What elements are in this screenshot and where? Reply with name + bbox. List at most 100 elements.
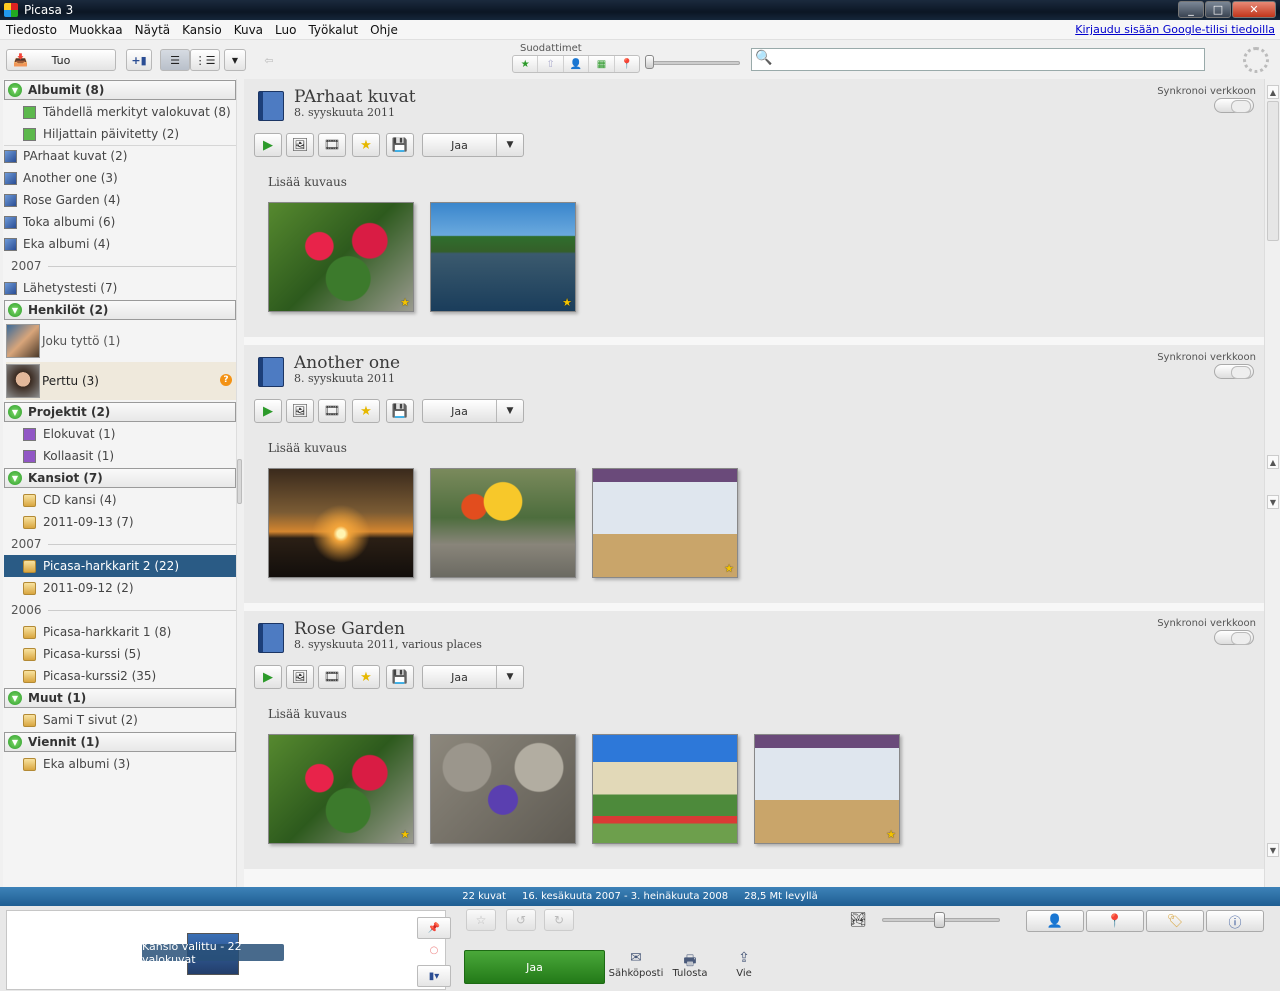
movie-button[interactable]: 🎞 — [318, 665, 346, 689]
photo-thumbnail[interactable] — [592, 734, 738, 844]
photo-thumbnail[interactable] — [430, 468, 576, 578]
sidebar-item-rose-garden[interactable]: Rose Garden (4) — [4, 189, 236, 211]
email-button[interactable]: ✉ Sähköposti — [608, 950, 664, 986]
sidebar-item-folder[interactable]: Picasa-harkkarit 1 (8) — [4, 621, 236, 643]
collage-button[interactable]: 🖼 — [286, 399, 314, 423]
scroll-page-up-icon[interactable]: ▲ — [1267, 455, 1279, 469]
menu-folder[interactable]: Kansio — [176, 23, 228, 37]
sync-toggle[interactable] — [1214, 98, 1254, 113]
add-description-link[interactable]: Lisää kuvaus — [268, 175, 347, 189]
star-button[interactable]: ★ — [352, 399, 380, 423]
sidebar-item-recent[interactable]: Hiljattain päivitetty (2) — [4, 123, 236, 145]
people-filter-icon[interactable]: 👤 — [564, 56, 590, 72]
chevron-down-icon[interactable]: ▼ — [497, 400, 523, 422]
menu-edit[interactable]: Muokkaa — [63, 23, 129, 37]
rotate-left-button[interactable]: ↺ — [506, 909, 536, 931]
slideshow-button[interactable]: ▶ — [254, 399, 282, 423]
thumbnail-size-knob[interactable] — [934, 912, 945, 928]
star-photo-button[interactable]: ☆ — [466, 909, 496, 931]
sidebar-item-collages[interactable]: Kollaasit (1) — [4, 445, 236, 467]
date-filter-slider[interactable] — [646, 61, 740, 65]
people-panel-button[interactable]: 👤 — [1026, 910, 1084, 932]
starred-filter-icon[interactable]: ★ — [513, 56, 539, 72]
sidebar-item-starred[interactable]: Tähdellä merkityt valokuvat (8) — [4, 101, 236, 123]
panel-splitter[interactable] — [237, 459, 242, 504]
sidebar-item-folder[interactable]: 2011-09-13 (7) — [4, 511, 236, 533]
save-to-disk-button[interactable]: 💾 — [386, 399, 414, 423]
photo-thumbnail[interactable]: ★ — [268, 202, 414, 312]
menu-file[interactable]: Tiedosto — [0, 23, 63, 37]
photo-thumbnail[interactable]: ★ — [430, 202, 576, 312]
sidebar-item-person[interactable]: Joku tyttö (1) — [6, 322, 236, 360]
search-input[interactable]: 🔍 — [751, 48, 1205, 71]
people-header[interactable]: ▼ Henkilöt (2) — [4, 300, 236, 320]
album-share-button[interactable]: Jaa ▼ — [422, 133, 524, 157]
albums-header[interactable]: ▼ Albumit (8) — [4, 80, 236, 100]
menu-create[interactable]: Luo — [269, 23, 302, 37]
menu-picture[interactable]: Kuva — [228, 23, 269, 37]
sidebar-item-toka-albumi[interactable]: Toka albumi (6) — [4, 211, 236, 233]
hold-button[interactable]: 📌 — [417, 917, 451, 939]
sidebar-item-folder[interactable]: Picasa-kurssi (5) — [4, 643, 236, 665]
scroll-thumb[interactable] — [1267, 101, 1279, 241]
close-button[interactable]: ✕ — [1232, 1, 1276, 18]
slideshow-button[interactable]: ▶ — [254, 665, 282, 689]
menu-view[interactable]: Näytä — [129, 23, 177, 37]
back-button[interactable]: ⇦ — [254, 49, 284, 71]
rotate-right-button[interactable]: ↻ — [544, 909, 574, 931]
star-button[interactable]: ★ — [352, 665, 380, 689]
print-button[interactable]: 🖶 Tulosta — [662, 950, 718, 986]
sync-toggle[interactable] — [1214, 630, 1254, 645]
save-to-disk-button[interactable]: 💾 — [386, 665, 414, 689]
scroll-down-icon[interactable]: ▼ — [1267, 843, 1279, 857]
sidebar-item-folder[interactable]: CD kansi (4) — [4, 489, 236, 511]
collage-button[interactable]: 🖼 — [286, 665, 314, 689]
star-button[interactable]: ★ — [352, 133, 380, 157]
movie-button[interactable]: 🎞 — [318, 399, 346, 423]
movie-button[interactable]: 🎞 — [318, 133, 346, 157]
sidebar-item-parhaat[interactable]: PArhaat kuvat (2) — [4, 145, 236, 167]
new-album-button[interactable]: +▮ — [126, 49, 152, 71]
add-description-link[interactable]: Lisää kuvaus — [268, 441, 347, 455]
uploaded-filter-icon[interactable]: ⇧ — [538, 56, 564, 72]
flat-view-button[interactable]: ☰ — [160, 49, 190, 71]
sidebar-item-folder[interactable]: 2011-09-12 (2) — [4, 577, 236, 599]
view-options-dropdown[interactable]: ▼ — [224, 49, 246, 71]
sidebar-item-folder[interactable]: Sami T sivut (2) — [4, 709, 236, 731]
folders-header[interactable]: ▼ Kansiot (7) — [4, 468, 236, 488]
tree-view-button[interactable]: ⋮☰ — [190, 49, 220, 71]
share-button[interactable]: Jaa — [464, 950, 605, 984]
unconfirmed-badge-icon[interactable]: ? — [220, 374, 232, 386]
projects-header[interactable]: ▼ Projektit (2) — [4, 402, 236, 422]
slideshow-button[interactable]: ▶ — [254, 133, 282, 157]
clear-button[interactable]: ○ — [417, 939, 451, 961]
video-filter-icon[interactable]: ▦ — [589, 56, 615, 72]
photo-thumbnail[interactable]: ★ — [754, 734, 900, 844]
chevron-down-icon[interactable]: ▼ — [497, 666, 523, 688]
minimize-button[interactable]: _ — [1178, 1, 1204, 18]
exports-header[interactable]: ▼ Viennit (1) — [4, 732, 236, 752]
sidebar-item-folder-selected[interactable]: Picasa-harkkarit 2 (22) — [4, 555, 236, 577]
photo-thumbnail[interactable] — [430, 734, 576, 844]
import-button[interactable]: 📥 Tuo — [6, 49, 116, 71]
collage-button[interactable]: 🖼 — [286, 133, 314, 157]
properties-panel-button[interactable]: ⓘ — [1206, 910, 1264, 932]
add-description-link[interactable]: Lisää kuvaus — [268, 707, 347, 721]
album-title[interactable]: PArhaat kuvat — [294, 87, 416, 107]
library-scrollbar[interactable]: ▲ ▲ ▼ ▼ — [1264, 79, 1280, 887]
sidebar-item-eka-albumi[interactable]: Eka albumi (4) — [4, 233, 236, 255]
sync-toggle[interactable] — [1214, 364, 1254, 379]
menu-tools[interactable]: Työkalut — [302, 23, 364, 37]
album-share-button[interactable]: Jaa ▼ — [422, 399, 524, 423]
photo-thumbnail[interactable]: ★ — [268, 734, 414, 844]
album-title[interactable]: Rose Garden — [294, 619, 405, 639]
scroll-up-icon[interactable]: ▲ — [1267, 85, 1279, 99]
tags-panel-button[interactable]: 🏷 — [1146, 910, 1204, 932]
album-title[interactable]: Another one — [294, 353, 400, 373]
google-signin-link[interactable]: Kirjaudu sisään Google-tilisi tiedoilla — [1075, 23, 1275, 36]
album-share-button[interactable]: Jaa ▼ — [422, 665, 524, 689]
sidebar-item-movies[interactable]: Elokuvat (1) — [4, 423, 236, 445]
export-button[interactable]: ⇪ Vie — [716, 950, 772, 986]
menu-help[interactable]: Ohje — [364, 23, 404, 37]
save-to-disk-button[interactable]: 💾 — [386, 133, 414, 157]
